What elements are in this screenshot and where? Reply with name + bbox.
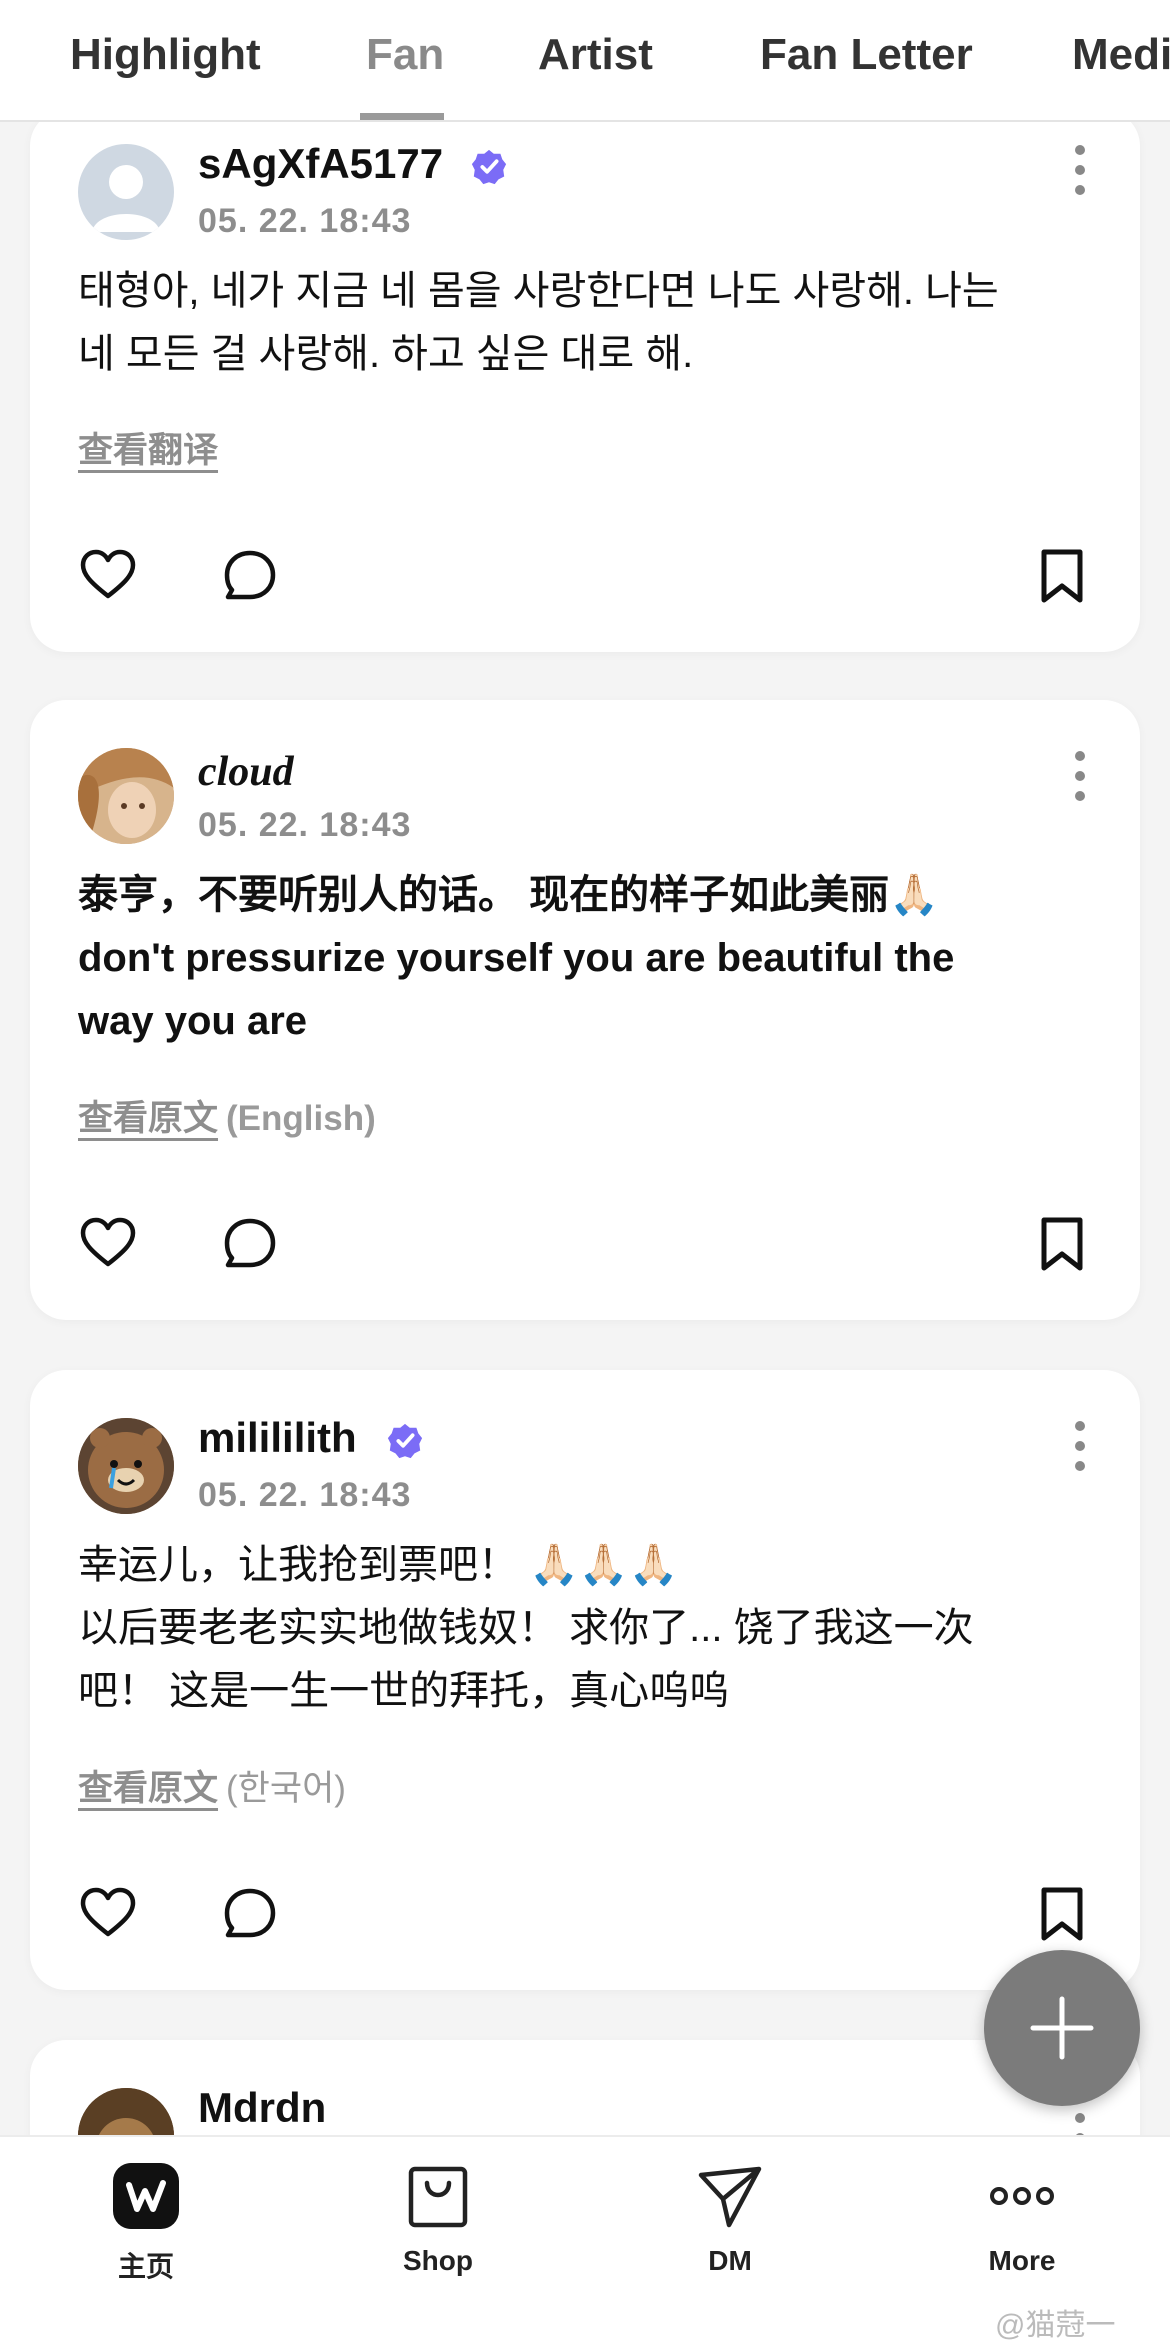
paper-plane-icon: [698, 2166, 762, 2228]
post-text-line: 태형아, 네가 지금 네 몸을 사랑한다면 나도 사랑해. 나는: [78, 269, 999, 313]
nav-shop[interactable]: Shop: [338, 2161, 538, 2277]
post-body: 태형아, 네가 지금 네 몸을 사랑한다면 나도 사랑해. 나는 네 모든 걸 …: [78, 260, 1100, 386]
nav-label: DM: [708, 2245, 752, 2276]
post-text-line: 以后要老老实实地做钱奴！ 求你了... 饶了我这一次: [78, 1606, 974, 1650]
post-body: 幸运儿，让我抢到票吧！ 🙏🏻🙏🏻🙏🏻 以后要老老实实地做钱奴！ 求你了... 饶…: [78, 1534, 1100, 1723]
post-text-line: way you are: [78, 999, 308, 1043]
plush-toy-avatar[interactable]: [78, 1418, 174, 1514]
watermark-text: @猫蒄一: [995, 2309, 1116, 2342]
verified-badge-icon: [387, 1423, 423, 1459]
nav-more[interactable]: More: [922, 2161, 1122, 2277]
comment-bubble-icon[interactable]: [220, 1884, 280, 1944]
default-avatar-icon[interactable]: [78, 144, 174, 240]
like-heart-icon[interactable]: [78, 1214, 138, 1274]
post-text-line: 吧！ 这是一生一世的拜托，真心呜呜: [78, 1669, 730, 1713]
tab-artist[interactable]: Artist: [538, 30, 653, 80]
post-body: 泰亨，不要听别人的话。 现在的样子如此美丽🙏🏻 don't pressurize…: [78, 864, 1100, 1053]
post-username[interactable]: milililith: [198, 1414, 357, 1462]
translate-row: 查看翻译: [78, 422, 218, 473]
bookmark-icon[interactable]: [1032, 1214, 1092, 1274]
view-original-link[interactable]: 查看原文: [78, 1099, 218, 1138]
like-heart-icon[interactable]: [78, 546, 138, 606]
bookmark-icon[interactable]: [1032, 1884, 1092, 1944]
tab-highlight[interactable]: Highlight: [70, 30, 261, 80]
original-language-label: (English): [226, 1099, 376, 1138]
translate-row: 查看原文 (한국어): [78, 1760, 346, 1811]
top-tab-bar: Highlight Fan Artist Fan Letter Medi: [0, 0, 1170, 122]
more-options-icon[interactable]: [1068, 750, 1092, 802]
view-original-link[interactable]: 查看原文: [78, 1769, 218, 1808]
nav-label: 主页: [117, 2251, 174, 2282]
more-options-icon[interactable]: [1068, 1420, 1092, 1472]
tab-media[interactable]: Medi: [1072, 30, 1170, 80]
original-language-label: (한국어): [226, 1769, 346, 1808]
post-timestamp: 05. 22. 18:43: [198, 806, 412, 844]
plus-icon: [1030, 1996, 1094, 2060]
post-card[interactable]: cloud 05. 22. 18:43 泰亨，不要听别人的话。 现在的样子如此美…: [30, 700, 1140, 1320]
post-timestamp: 05. 22. 18:43: [198, 1476, 412, 1514]
shopping-bag-icon: [408, 2166, 468, 2228]
post-text-line: don't pressurize yourself you are beauti…: [78, 936, 955, 980]
post-card[interactable]: sAgXfA5177 05. 22. 18:43 태형아, 네가 지금 네 몸을…: [30, 110, 1140, 652]
nav-label: Shop: [403, 2245, 473, 2276]
nav-home[interactable]: 主页: [46, 2161, 246, 2285]
nav-dm[interactable]: DM: [630, 2161, 830, 2277]
post-text-line: 幸运儿，让我抢到票吧！ 🙏🏻🙏🏻🙏🏻: [78, 1543, 679, 1587]
post-username[interactable]: cloud: [198, 748, 294, 796]
create-post-button[interactable]: [984, 1950, 1140, 2106]
translate-row: 查看原文 (English): [78, 1090, 376, 1141]
user-photo-avatar[interactable]: [78, 748, 174, 844]
post-username[interactable]: Mdrdn: [198, 2084, 326, 2132]
post-text-line: 네 모든 걸 사랑해. 하고 싶은 대로 해.: [78, 332, 694, 376]
bookmark-icon[interactable]: [1032, 546, 1092, 606]
nav-label: More: [988, 2245, 1056, 2276]
post-card[interactable]: milililith 05. 22. 18:43 幸运儿，让我抢到票吧！ 🙏🏻🙏…: [30, 1370, 1140, 1990]
post-text-line: 泰亨，不要听别人的话。 现在的样子如此美丽🙏🏻: [78, 873, 939, 917]
tab-fan[interactable]: Fan: [366, 30, 444, 80]
more-dots-icon: [990, 2187, 1054, 2205]
comment-bubble-icon[interactable]: [220, 1214, 280, 1274]
post-username[interactable]: sAgXfA5177: [198, 140, 443, 188]
like-heart-icon[interactable]: [78, 1884, 138, 1944]
translate-link[interactable]: 查看翻译: [78, 431, 218, 470]
verified-badge-icon: [471, 149, 507, 185]
active-tab-indicator: [360, 113, 444, 120]
comment-bubble-icon[interactable]: [220, 546, 280, 606]
post-timestamp: 05. 22. 18:43: [198, 202, 412, 240]
more-options-icon[interactable]: [1068, 144, 1092, 196]
tab-fan-letter[interactable]: Fan Letter: [760, 30, 973, 80]
weverse-home-icon: [113, 2163, 179, 2229]
